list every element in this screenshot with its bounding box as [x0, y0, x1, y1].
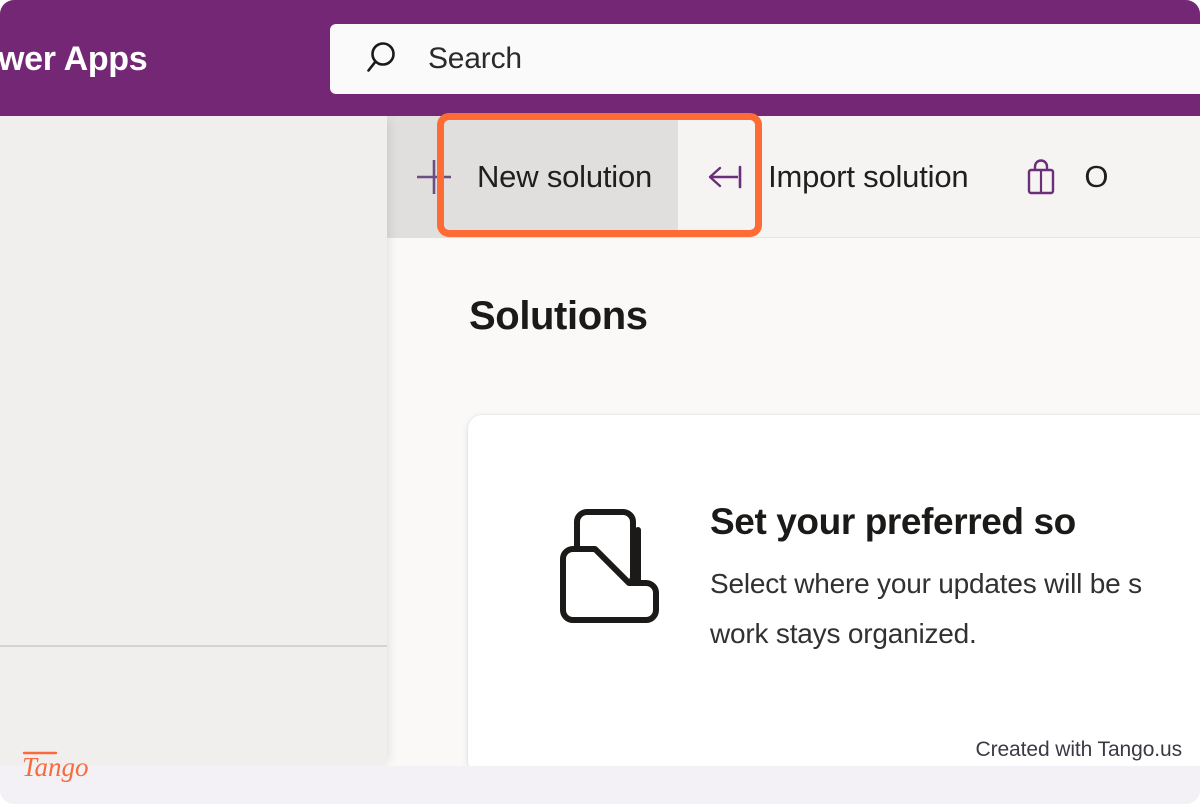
- card-text-block: Set your preferred so Select where your …: [710, 501, 1142, 659]
- footer-credit-text: Created with Tango.us: [975, 738, 1183, 761]
- shopping-bag-icon: [1020, 156, 1062, 198]
- sidebar-item-learn[interactable]: rn: [0, 457, 387, 509]
- sidebar-item-create[interactable]: ate: [0, 356, 387, 408]
- command-toolbar: New solution Import solution O: [387, 115, 1200, 238]
- card-body-line-2: work stays organized.: [710, 618, 977, 649]
- open-appsource-button[interactable]: O: [994, 116, 1134, 238]
- app-window: wer Apps Search ne ate rn ps les: [0, 0, 1200, 804]
- import-solution-button[interactable]: Import solution: [678, 116, 994, 238]
- card-heading: Set your preferred so: [710, 501, 1076, 542]
- search-icon: [367, 42, 395, 72]
- new-solution-label: New solution: [477, 158, 653, 194]
- sidebar-item-apps[interactable]: ps: [0, 558, 387, 610]
- sidebar-item-tables[interactable]: les: [0, 688, 387, 740]
- sidebar-divider: [0, 645, 387, 647]
- search-bar[interactable]: Search: [330, 24, 1200, 94]
- left-sidebar: ne ate rn ps les: [0, 116, 387, 766]
- page-title: Solutions: [469, 294, 648, 338]
- tango-logo: Tango: [22, 751, 89, 782]
- app-brand-title: wer Apps: [0, 40, 148, 78]
- import-solution-label: Import solution: [768, 158, 969, 194]
- search-input-placeholder[interactable]: Search: [428, 42, 522, 76]
- new-solution-button[interactable]: New solution: [387, 115, 679, 238]
- solution-layers-icon: [560, 509, 659, 623]
- app-header: wer Apps Search: [0, 0, 1200, 116]
- tango-footer: Tango Created with Tango.us: [0, 738, 1200, 804]
- svg-text:Tango: Tango: [22, 752, 89, 782]
- sidebar-item-home[interactable]: ne: [0, 255, 387, 307]
- plus-icon: [413, 156, 455, 198]
- open-appsource-label: O: [1084, 158, 1109, 194]
- card-body-line-1: Select where your updates will be s: [710, 568, 1142, 599]
- preferred-solution-card[interactable]: Set your preferred so Select where your …: [468, 415, 1200, 775]
- import-arrow-icon: [704, 156, 746, 198]
- content-area: New solution Import solution O Solutions…: [387, 115, 1200, 775]
